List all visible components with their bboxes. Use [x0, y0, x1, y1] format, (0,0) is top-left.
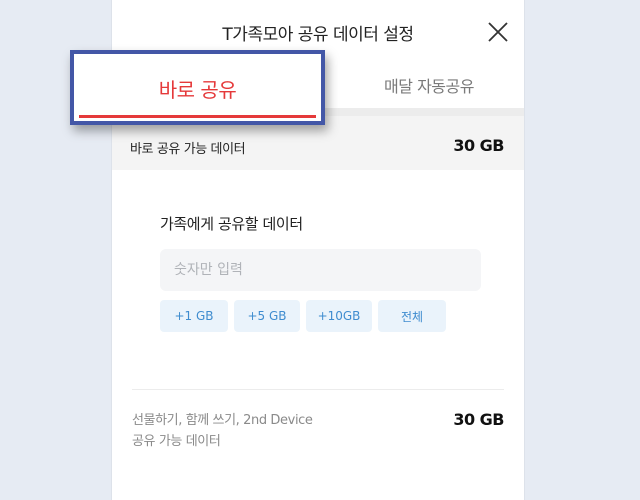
share-amount-input[interactable] — [160, 249, 481, 291]
available-data-value: 30 GB — [453, 136, 504, 155]
divider — [132, 389, 504, 390]
footer-share-value: 30 GB — [453, 410, 504, 429]
chip-plus-1gb[interactable]: +1 GB — [160, 300, 228, 332]
footer-share-label: 선물하기, 함께 쓰기, 2nd Device 공유 가능 데이터 — [132, 410, 313, 452]
tab-instant-share[interactable]: 바로 공유 — [70, 50, 325, 125]
tab-monthly-auto-share[interactable]: 매달 자동공유 — [334, 62, 524, 108]
active-tab-indicator — [79, 115, 316, 118]
footer-label-line1: 선물하기, 함께 쓰기, 2nd Device — [132, 413, 313, 428]
available-data-label: 바로 공유 가능 데이터 — [130, 142, 246, 157]
chip-plus-5gb[interactable]: +5 GB — [234, 300, 300, 332]
quick-amount-chips: +1 GB +5 GB +10GB 전체 — [160, 300, 446, 332]
share-data-title: 가족에게 공유할 데이터 — [160, 215, 303, 233]
chip-plus-10gb[interactable]: +10GB — [306, 300, 372, 332]
close-button[interactable] — [484, 18, 512, 46]
dialog-title: T가족모아 공유 데이터 설정 — [222, 25, 414, 45]
tab-instant-share-label: 바로 공유 — [158, 78, 237, 102]
close-icon — [488, 22, 508, 42]
chip-all[interactable]: 전체 — [378, 300, 446, 332]
footer-label-line2: 공유 가능 데이터 — [132, 434, 221, 449]
